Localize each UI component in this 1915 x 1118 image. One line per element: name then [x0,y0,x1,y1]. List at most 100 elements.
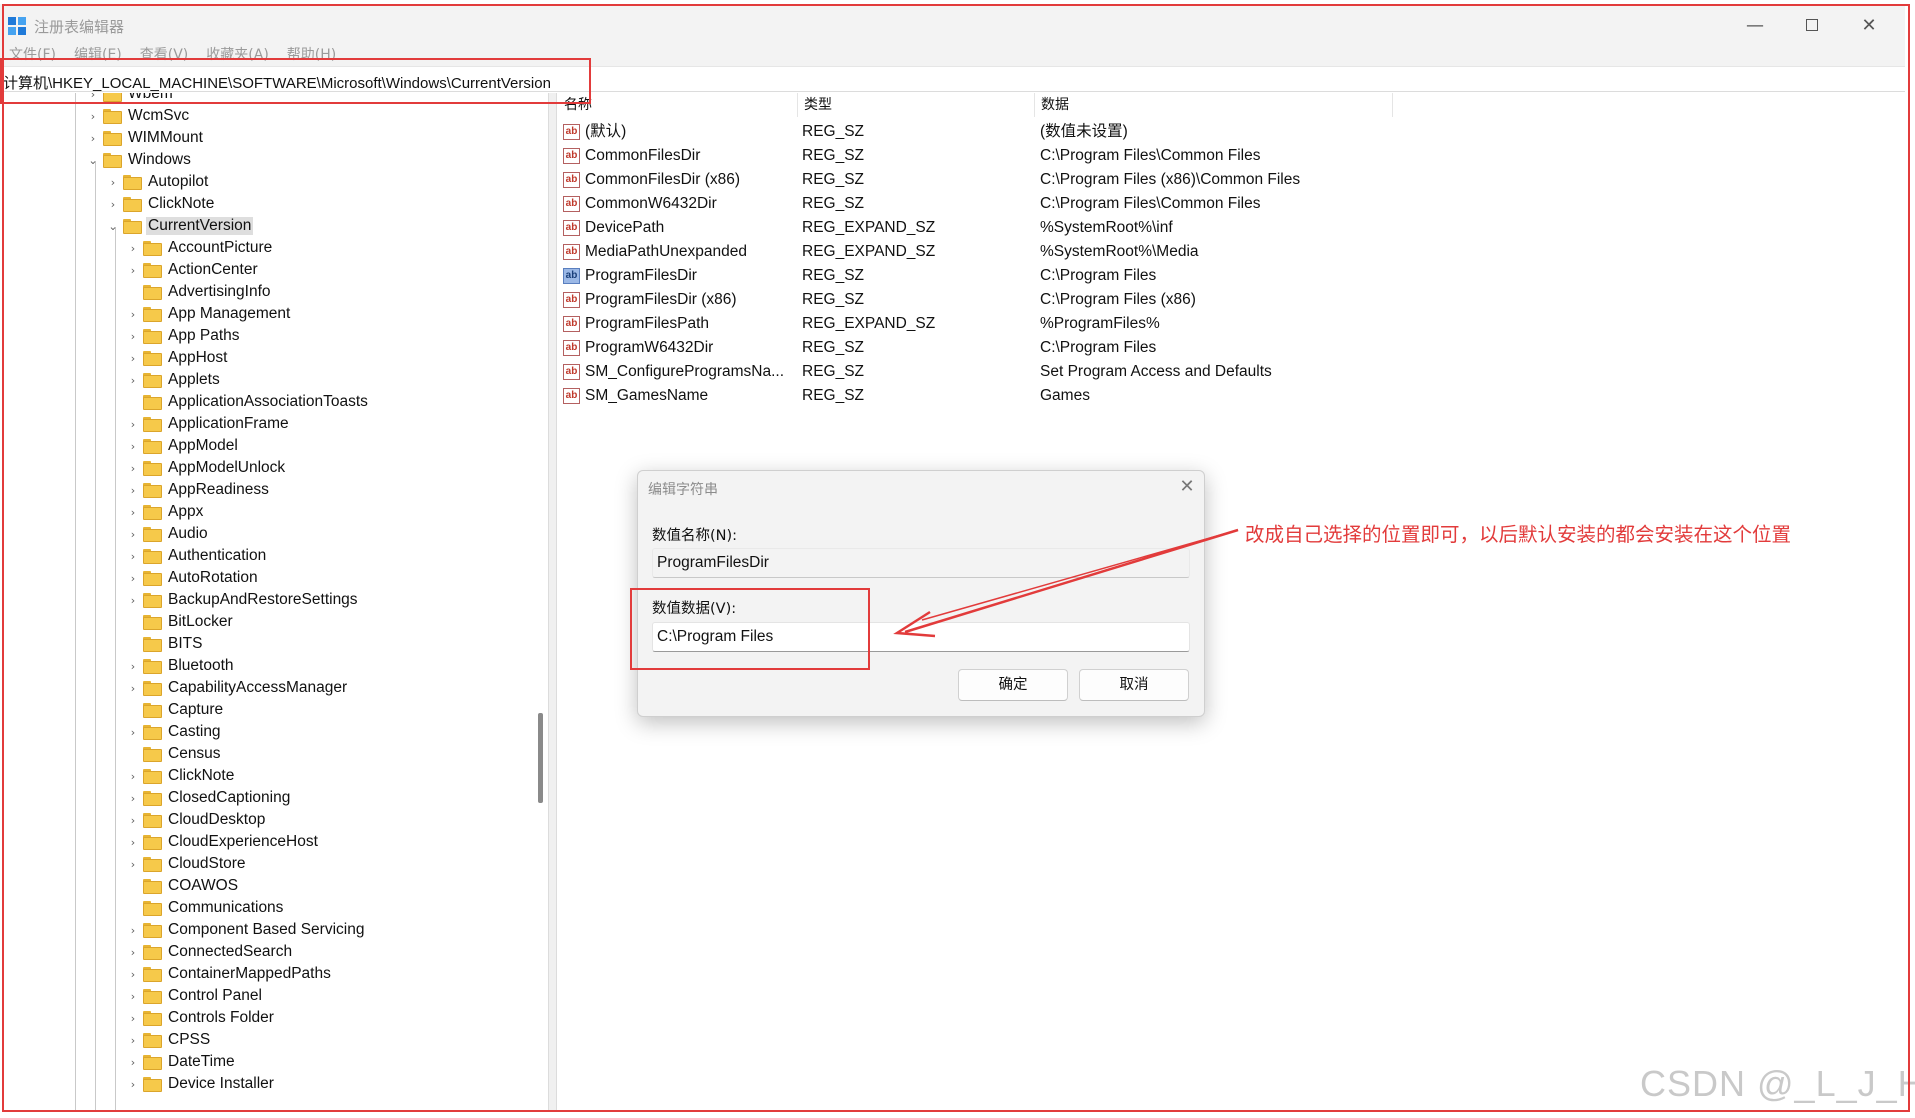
value-row[interactable]: ab ProgramFilesPath REG_EXPAND_SZ %ProgramF… [558,312,1458,336]
pane-splitter[interactable] [548,93,557,1112]
tree-node[interactable]: Census [126,743,223,765]
value-row[interactable]: ab ProgramFilesDir REG_SZ C:\Program Files [558,264,1458,288]
tree-node[interactable]: › ClickNote [106,193,216,215]
chevron-right-icon[interactable]: › [126,506,140,519]
tree-node[interactable]: › WcmSvc [86,105,191,127]
chevron-right-icon[interactable]: › [126,968,140,981]
tree-node[interactable]: › ContainerMappedPaths [126,963,333,985]
menu-file[interactable]: 文件(F) [0,44,65,66]
value-row[interactable]: ab ProgramW6432Dir REG_SZ C:\Program Files [558,336,1458,360]
tree-node[interactable]: › WIMMount [86,127,205,149]
tree-node[interactable]: › Device Installer [126,1073,276,1095]
tree-node[interactable]: › CapabilityAccessManager [126,677,349,699]
menu-help[interactable]: 帮助(H) [278,44,345,66]
tree-node[interactable]: › CloudExperienceHost [126,831,320,853]
tree-node[interactable]: › CloudDesktop [126,809,267,831]
tree-node[interactable]: Communications [126,897,285,919]
chevron-right-icon[interactable]: › [126,682,140,695]
value-row[interactable]: ab CommonW6432Dir REG_SZ C:\Program Files\C… [558,192,1458,216]
tree-node[interactable]: › CPSS [126,1029,212,1051]
chevron-right-icon[interactable]: › [126,1034,140,1047]
address-bar[interactable]: 计算机\HKEY_LOCAL_MACHINE\SOFTWARE\Microsof… [0,66,1905,92]
chevron-right-icon[interactable]: › [86,110,100,123]
column-header-type[interactable]: 类型 [798,93,1035,117]
chevron-right-icon[interactable]: › [126,1056,140,1069]
chevron-right-icon[interactable]: › [126,484,140,497]
column-header-data[interactable]: 数据 [1035,93,1393,117]
tree-node[interactable]: › ApplicationFrame [126,413,291,435]
column-header-name[interactable]: 名称 [558,93,798,117]
value-row[interactable]: ab CommonFilesDir (x86) REG_SZ C:\Program F… [558,168,1458,192]
chevron-right-icon[interactable]: › [126,242,140,255]
tree-node[interactable]: › ConnectedSearch [126,941,294,963]
chevron-right-icon[interactable]: › [126,594,140,607]
value-row[interactable]: ab (默认) REG_SZ (数值未设置) [558,120,1458,144]
tree-node[interactable]: › Controls Folder [126,1007,276,1029]
tree-node[interactable]: › AppModelUnlock [126,457,287,479]
value-row[interactable]: ab ProgramFilesDir (x86) REG_SZ C:\Program … [558,288,1458,312]
tree-node[interactable]: › App Paths [126,325,242,347]
chevron-right-icon[interactable]: › [126,946,140,959]
tree-node[interactable]: › AppReadiness [126,479,271,501]
chevron-right-icon[interactable]: › [126,440,140,453]
tree-node[interactable]: › Audio [126,523,210,545]
maximize-button[interactable] [1783,8,1841,42]
value-row[interactable]: ab CommonFilesDir REG_SZ C:\Program Files\C… [558,144,1458,168]
tree-node[interactable]: COAWOS [126,875,240,897]
menu-favorites[interactable]: 收藏夹(A) [197,44,278,66]
tree-node[interactable]: › ActionCenter [126,259,260,281]
chevron-right-icon[interactable]: › [126,858,140,871]
chevron-down-icon[interactable]: ⌄ [86,154,100,167]
tree-node[interactable]: › Applets [126,369,222,391]
ok-button[interactable]: 确定 [958,669,1068,701]
tree-node[interactable]: › CloudStore [126,853,248,875]
chevron-down-icon[interactable]: ⌄ [106,220,120,233]
menu-view[interactable]: 查看(V) [131,44,198,66]
tree-node[interactable]: › App Management [126,303,292,325]
chevron-right-icon[interactable]: › [86,132,100,145]
chevron-right-icon[interactable]: › [126,418,140,431]
tree-node[interactable]: › BackupAndRestoreSettings [126,589,360,611]
tree-node[interactable]: › ClosedCaptioning [126,787,292,809]
chevron-right-icon[interactable]: › [126,528,140,541]
chevron-right-icon[interactable]: › [86,93,100,101]
tree-node[interactable]: BITS [126,633,204,655]
minimize-button[interactable]: — [1726,8,1784,42]
key-tree-pane[interactable]: › Wbem › WcmSvc › WIMMount ⌄ Windows › Autopilot ›… [0,93,548,1112]
chevron-right-icon[interactable]: › [106,198,120,211]
tree-node[interactable]: › DateTime [126,1051,237,1073]
chevron-right-icon[interactable]: › [126,726,140,739]
chevron-right-icon[interactable]: › [126,462,140,475]
tree-scrollbar-thumb[interactable] [538,713,543,803]
chevron-right-icon[interactable]: › [126,990,140,1003]
tree-node[interactable]: › Casting [126,721,223,743]
chevron-right-icon[interactable]: › [126,1078,140,1091]
chevron-right-icon[interactable]: › [126,660,140,673]
chevron-right-icon[interactable]: › [106,176,120,189]
tree-node[interactable]: › Wbem [86,93,175,105]
chevron-right-icon[interactable]: › [126,352,140,365]
chevron-right-icon[interactable]: › [126,374,140,387]
chevron-right-icon[interactable]: › [126,836,140,849]
value-row[interactable]: ab DevicePath REG_EXPAND_SZ %SystemRoot%\in… [558,216,1458,240]
menu-edit[interactable]: 编辑(E) [65,44,131,66]
dialog-close-icon[interactable]: ✕ [1174,475,1200,499]
value-data-field[interactable]: C:\Program Files [652,622,1190,652]
chevron-right-icon[interactable]: › [126,1012,140,1025]
value-row[interactable]: ab SM_ConfigureProgramsNa... REG_SZ Set Pro… [558,360,1458,384]
tree-node[interactable]: AdvertisingInfo [126,281,273,303]
tree-node[interactable]: › Authentication [126,545,268,567]
chevron-right-icon[interactable]: › [126,572,140,585]
tree-node[interactable]: ⌄ CurrentVersion [106,215,254,237]
tree-node[interactable]: › AppModel [126,435,240,457]
tree-node[interactable]: › AppHost [126,347,229,369]
chevron-right-icon[interactable]: › [126,308,140,321]
cancel-button[interactable]: 取消 [1079,669,1189,701]
chevron-right-icon[interactable]: › [126,550,140,563]
value-row[interactable]: ab SM_GamesName REG_SZ Games [558,384,1458,408]
value-row[interactable]: ab MediaPathUnexpanded REG_EXPAND_SZ %Syste… [558,240,1458,264]
chevron-right-icon[interactable]: › [126,792,140,805]
close-button[interactable]: ✕ [1840,8,1898,42]
tree-node[interactable]: ApplicationAssociationToasts [126,391,370,413]
chevron-right-icon[interactable]: › [126,814,140,827]
